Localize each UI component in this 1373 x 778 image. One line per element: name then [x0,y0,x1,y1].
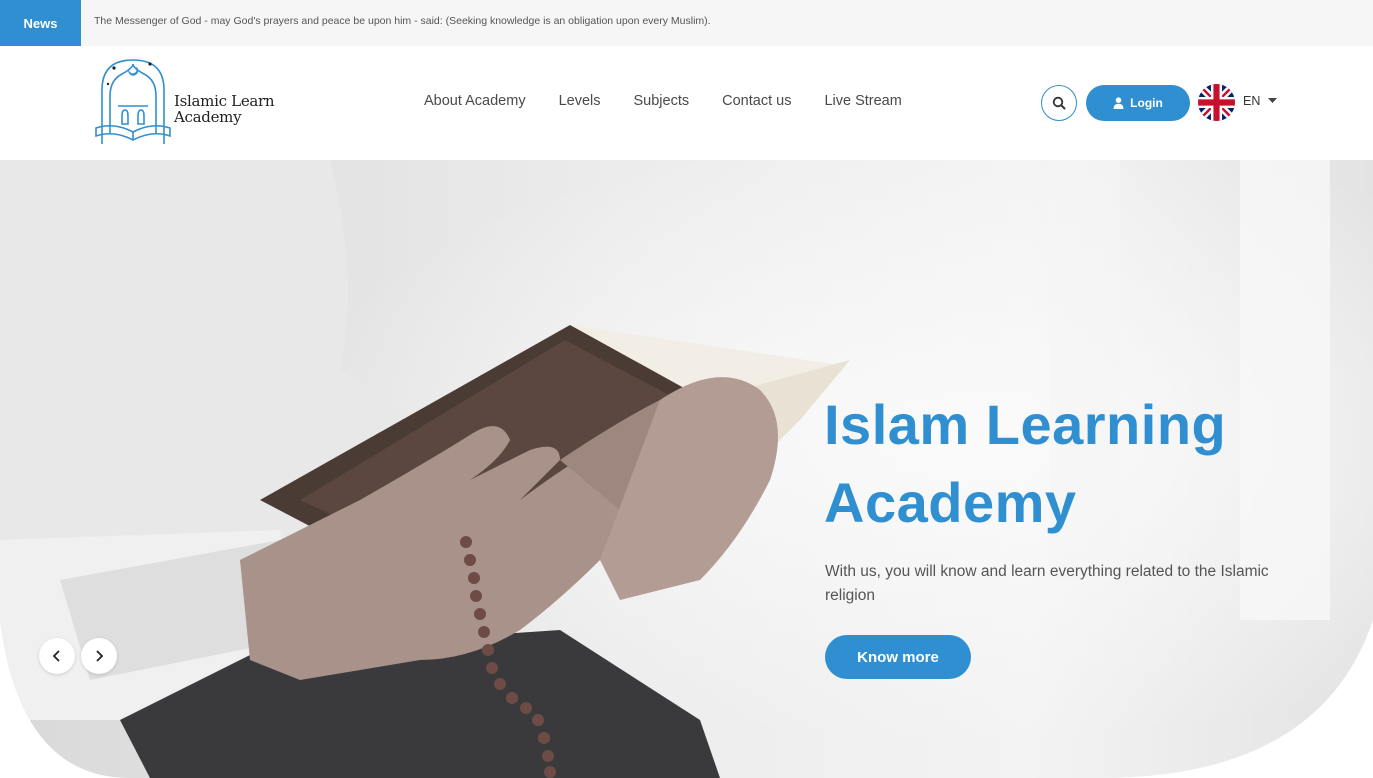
slider-next-button[interactable] [81,638,117,674]
search-icon [1052,96,1066,110]
chevron-left-icon [52,650,60,662]
nav-contact-us[interactable]: Contact us [722,93,791,109]
user-icon [1113,97,1124,109]
chevron-down-icon [1268,98,1278,103]
login-label: Login [1130,96,1163,110]
news-ticker: News The Messenger of God - may God's pr… [0,0,1373,46]
site-logo[interactable]: Islamic Learn Academy [94,56,294,150]
chevron-right-icon [96,650,104,662]
hero-title-line-1: Islam Learning [824,393,1227,456]
slider-prev-button[interactable] [39,638,75,674]
site-header: Islamic Learn Academy About Academy Leve… [0,46,1373,160]
hero-slider: Islam Learning Academy With us, you will… [0,160,1373,778]
nav-levels[interactable]: Levels [559,93,601,109]
news-tag: News [0,0,81,46]
nav-live-stream[interactable]: Live Stream [824,93,901,109]
logo-text: Islamic Learn Academy [174,92,275,126]
mosque-book-logo-icon [95,59,171,144]
search-button[interactable] [1041,85,1077,121]
uk-flag-icon[interactable] [1198,84,1235,121]
nav-subjects[interactable]: Subjects [634,93,690,109]
know-more-button[interactable]: Know more [825,635,971,679]
hero-subtitle: With us, you will know and learn everyth… [825,563,1269,604]
logo-line-1: Islamic Learn [174,92,275,110]
hero-title-line-2: Academy [824,471,1077,534]
logo-line-2: Academy [174,108,242,126]
login-button[interactable]: Login [1086,85,1190,121]
news-text: The Messenger of God - may God's prayers… [94,15,711,27]
main-nav: About Academy Levels Subjects Contact us… [424,93,935,109]
nav-about-academy[interactable]: About Academy [424,93,526,109]
hero-title: Islam Learning Academy [824,386,1226,542]
language-selector[interactable]: EN [1243,94,1278,108]
language-label: EN [1243,94,1261,108]
